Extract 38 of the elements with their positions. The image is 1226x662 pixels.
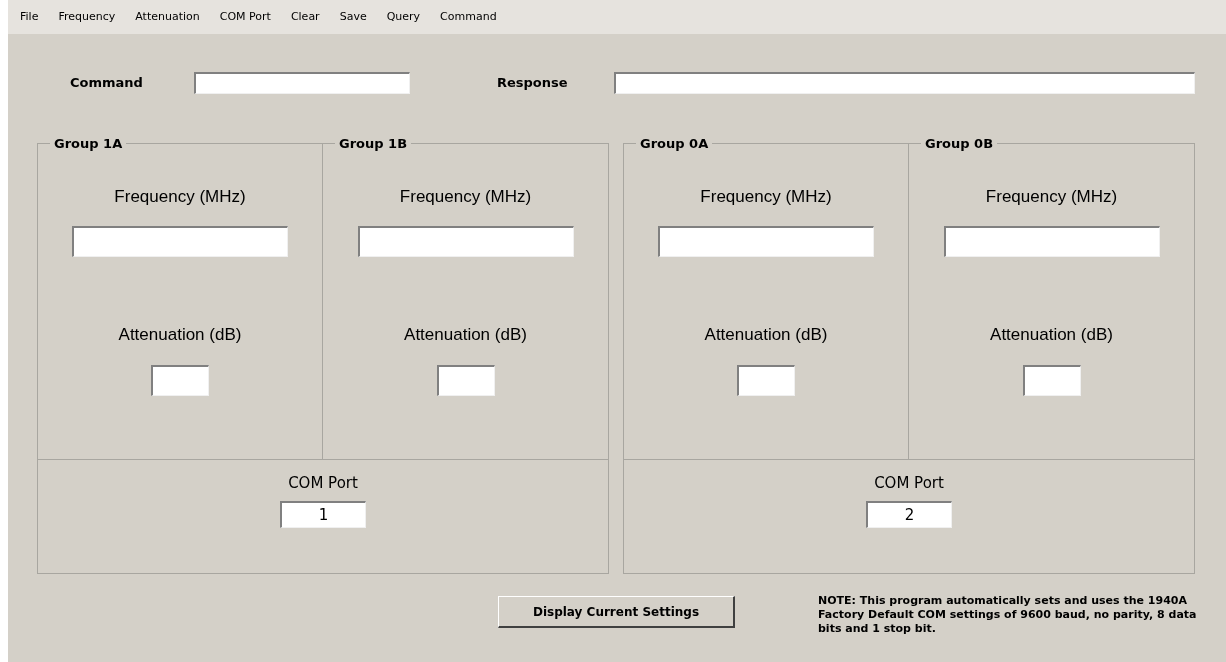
frequency-label: Frequency (MHz) <box>700 185 832 208</box>
group-title: Group 1A <box>53 135 124 153</box>
frequency-field[interactable] <box>943 226 1160 257</box>
attenuation-field[interactable] <box>151 364 209 396</box>
command-label: Command <box>70 74 144 93</box>
menu-item[interactable]: Attenuation <box>126 8 209 26</box>
attenuation-field[interactable] <box>1022 364 1081 396</box>
menu-item[interactable]: Command <box>431 8 506 26</box>
command-field[interactable] <box>194 72 410 94</box>
attenuation-label: Attenuation (dB) <box>990 324 1113 346</box>
menu-item[interactable]: File <box>11 8 48 26</box>
attenuation-label: Attenuation (dB) <box>704 324 828 346</box>
menu-item[interactable]: Query <box>377 8 430 26</box>
display-settings-button[interactable]: Display Current Settings <box>498 596 735 628</box>
response-field[interactable] <box>614 72 1195 94</box>
menu-item[interactable]: Save <box>330 8 376 26</box>
frequency-label: Frequency (MHz) <box>399 185 532 208</box>
attenuation-label: Attenuation (dB) <box>118 324 242 346</box>
attenuation-field[interactable] <box>436 364 495 396</box>
attenuation-field[interactable] <box>737 364 795 396</box>
frequency-field[interactable] <box>357 226 574 257</box>
group-title: Group 1B <box>338 135 409 153</box>
group-title: Group 0A <box>639 135 710 153</box>
frequency-field[interactable] <box>72 226 288 257</box>
response-label: Response <box>497 74 569 93</box>
com-port-label: COM Port <box>288 473 358 494</box>
menu-item[interactable]: Frequency <box>49 8 125 26</box>
com-port-field[interactable]: 2 <box>866 500 952 528</box>
frequency-label: Frequency (MHz) <box>114 185 246 208</box>
com-port-label: COM Port <box>874 473 944 494</box>
com-port-field[interactable]: 1 <box>280 500 366 528</box>
menu-item[interactable]: COM Port <box>210 8 280 26</box>
frequency-field[interactable] <box>658 226 874 257</box>
group-title: Group 0B <box>924 135 995 153</box>
attenuation-label: Attenuation (dB) <box>404 324 527 346</box>
menu-item[interactable]: Clear <box>281 8 329 26</box>
frequency-label: Frequency (MHz) <box>985 185 1118 208</box>
note-text: NOTE: This program automatically sets and uses the 1940A Factory Default COM settings of 9600 baud, no parity, 8 data bits and 1 stop bit. <box>818 594 1198 636</box>
